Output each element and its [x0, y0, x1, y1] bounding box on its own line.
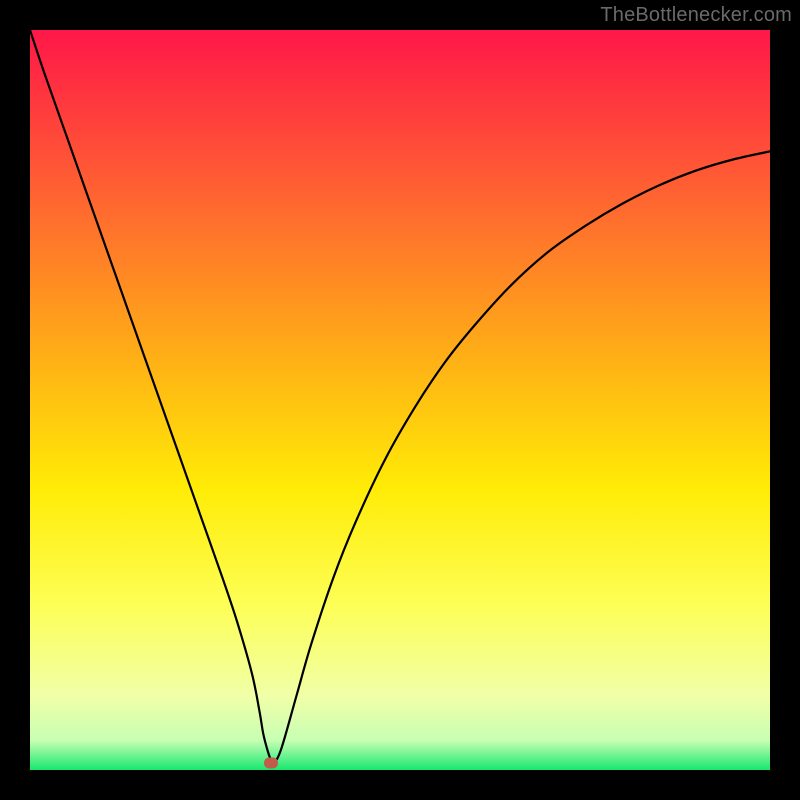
curve-layer	[30, 30, 770, 770]
plot-area	[30, 30, 770, 770]
bottleneck-curve	[30, 30, 770, 763]
watermark-text: TheBottlenecker.com	[600, 4, 792, 27]
chart-stage: TheBottlenecker.com	[0, 0, 800, 800]
bottleneck-point-marker	[264, 757, 278, 768]
